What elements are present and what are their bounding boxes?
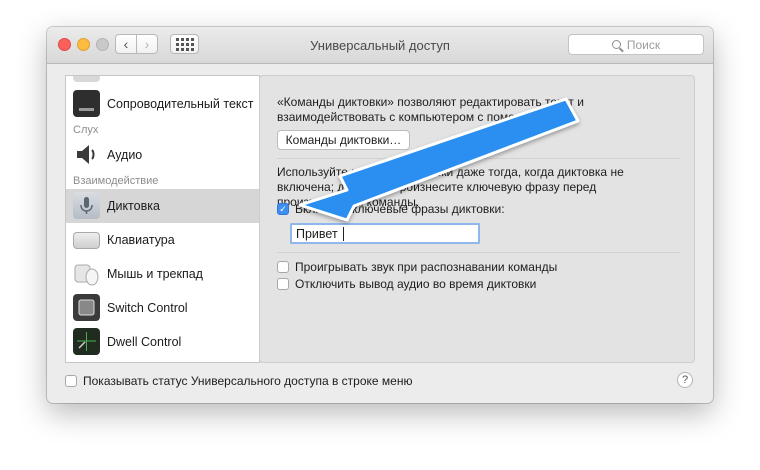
text-cursor — [342, 226, 344, 241]
captions-icon — [73, 90, 100, 117]
dictation-commands-description: «Команды диктовки» позволяют редактирова… — [277, 95, 584, 124]
dwell-control-icon — [73, 328, 100, 355]
keyphrase-input[interactable]: Привет — [290, 223, 480, 244]
play-sound-checkbox[interactable] — [277, 261, 289, 273]
sidebar-item-audio[interactable]: Аудио — [66, 138, 259, 172]
sidebar-item-label: Диктовка — [107, 199, 160, 213]
sidebar-item-switch-control[interactable]: Switch Control — [66, 291, 259, 325]
enable-keyphrase-label: Включить ключевые фразы диктовки: — [295, 202, 505, 216]
sidebar-item-label: Мышь и трекпад — [107, 267, 203, 281]
divider — [277, 158, 680, 159]
keyboard-icon — [73, 232, 100, 249]
show-status-label: Показывать статус Универсального доступа… — [83, 374, 413, 388]
help-button[interactable]: ? — [677, 372, 693, 388]
mute-audio-checkbox[interactable] — [277, 278, 289, 290]
mute-audio-label: Отключить вывод аудио во время диктовки — [295, 277, 537, 291]
sidebar-item-label: Dwell Control — [107, 335, 182, 349]
sidebar-item-label: Сопроводительный текст — [107, 97, 254, 111]
dictation-commands-button[interactable]: Команды диктовки… — [277, 130, 410, 150]
enable-keyphrase-row[interactable]: ✓ Включить ключевые фразы диктовки: — [277, 202, 505, 216]
sidebar: Сопроводительный текст Слух Аудио Взаимо… — [65, 75, 260, 363]
keyphrase-value: Привет — [296, 226, 338, 241]
switch-control-icon — [73, 294, 100, 321]
sidebar-item-mouse[interactable]: Мышь и трекпад — [66, 257, 259, 291]
sidebar-item-keyboard[interactable]: Клавиатура — [66, 223, 259, 257]
sidebar-item-label: Аудио — [107, 148, 143, 162]
sidebar-item-captions[interactable]: Сопроводительный текст — [66, 87, 259, 121]
search-placeholder: Поиск — [626, 37, 661, 52]
sidebar-item-dwell-control[interactable]: Dwell Control — [66, 325, 259, 359]
search-icon — [611, 40, 621, 49]
section-hearing: Слух — [73, 124, 99, 136]
sidebar-item-partial[interactable] — [66, 76, 259, 86]
dictation-panel: «Команды диктовки» позволяют редактирова… — [259, 75, 695, 363]
enable-keyphrase-checkbox[interactable]: ✓ — [277, 203, 289, 215]
divider — [277, 252, 680, 253]
section-interaction: Взаимодействие — [73, 175, 159, 187]
preferences-window: ‹ › Универсальный доступ Поиск Сопроводи… — [47, 27, 713, 403]
mute-audio-row[interactable]: Отключить вывод аудио во время диктовки — [277, 277, 536, 291]
speaker-icon — [73, 141, 100, 168]
sidebar-item-label: Клавиатура — [107, 233, 175, 247]
microphone-icon — [73, 192, 100, 219]
search-field[interactable]: Поиск — [568, 34, 704, 55]
display-icon — [73, 76, 100, 82]
title-bar: ‹ › Универсальный доступ Поиск — [47, 27, 713, 64]
show-status-row[interactable]: Показывать статус Универсального доступа… — [65, 374, 412, 388]
play-sound-label: Проигрывать звук при распознавании коман… — [295, 260, 558, 274]
show-status-checkbox[interactable] — [65, 375, 77, 387]
mouse-trackpad-icon — [73, 260, 100, 287]
play-sound-row[interactable]: Проигрывать звук при распознавании коман… — [277, 260, 557, 274]
sidebar-item-label: Switch Control — [107, 301, 188, 315]
sidebar-item-dictation[interactable]: Диктовка — [66, 189, 259, 223]
